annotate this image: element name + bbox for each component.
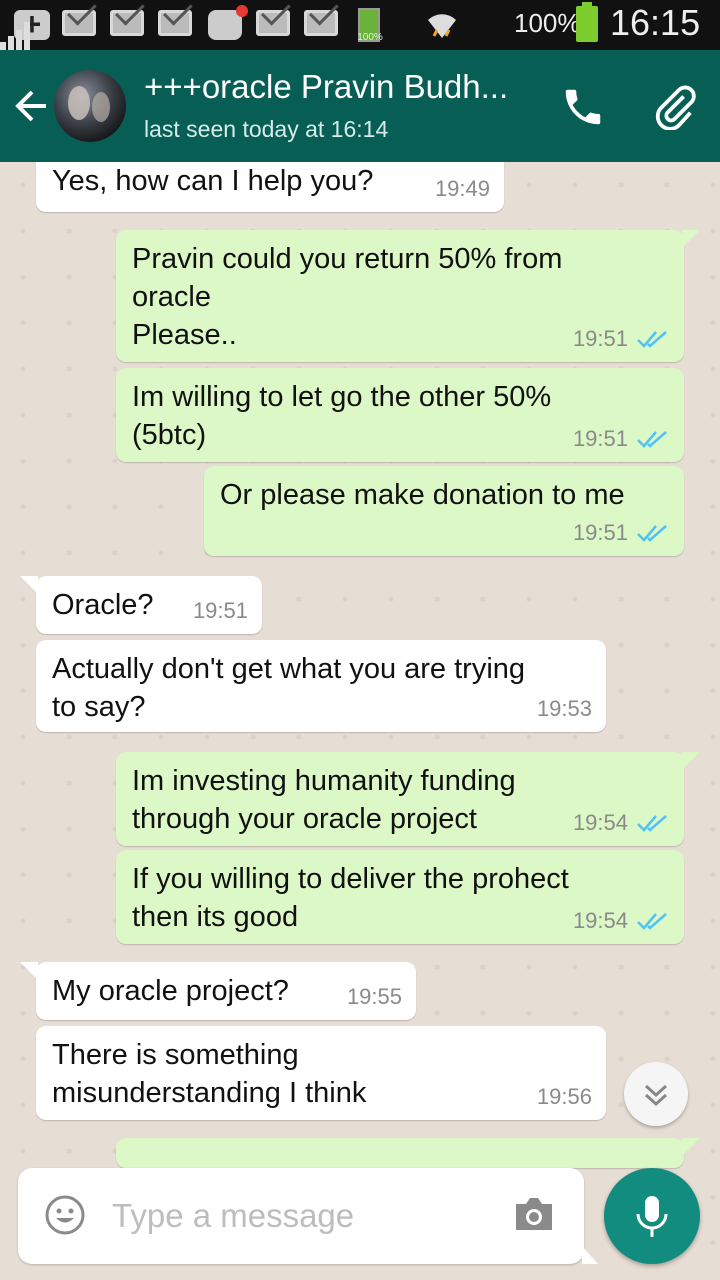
paperclip-icon[interactable]	[652, 84, 698, 131]
message-time: 19:51	[572, 520, 628, 545]
outgoing-message[interactable]: If you willing to deliver the prohect th…	[116, 850, 684, 944]
message-text: Or please make donation to me	[220, 479, 625, 511]
outgoing-message[interactable]: Im investing humanity funding through yo…	[116, 752, 700, 846]
mail-notification-icon	[110, 10, 144, 36]
message-time: 19:56	[536, 1084, 592, 1109]
clock: 16:15	[610, 2, 701, 43]
battery-level-label: 100%	[357, 32, 383, 43]
mail-notification-icon	[304, 10, 338, 36]
read-receipt-icon	[637, 525, 667, 542]
mail-notification-icon	[158, 10, 192, 36]
message-time: 19:49	[434, 176, 490, 201]
emoji-icon[interactable]	[44, 1194, 86, 1236]
microphone-icon	[636, 1196, 668, 1237]
double-chevron-down-icon	[644, 1084, 668, 1107]
incoming-message[interactable]: Oracle? 19:51	[20, 576, 262, 634]
message-input[interactable]	[112, 1190, 492, 1242]
battery-percent: 100%	[514, 8, 581, 38]
message-time: 19:55	[346, 984, 402, 1009]
compose-bar	[18, 1168, 598, 1264]
message-time: 19:53	[536, 696, 592, 721]
message-text: Yes, how can I help you?	[52, 165, 374, 197]
battery-icon	[576, 2, 598, 42]
outgoing-message-partial[interactable]	[116, 1138, 700, 1168]
camera-icon[interactable]	[512, 1194, 556, 1234]
incoming-message[interactable]: There is something misunderstanding I th…	[36, 1026, 606, 1120]
scroll-to-bottom-button[interactable]	[624, 1062, 688, 1126]
read-receipt-icon	[637, 815, 667, 832]
outgoing-message[interactable]: Im willing to let go the other 50% (5btc…	[116, 368, 684, 462]
phone-icon[interactable]	[560, 84, 606, 130]
read-receipt-icon	[637, 331, 667, 348]
mail-notification-icon	[256, 10, 290, 36]
incoming-message[interactable]: Yes, how can I help you? 19:49	[36, 162, 504, 212]
message-time: 19:51	[572, 326, 628, 351]
microphone-button[interactable]	[604, 1168, 700, 1264]
outgoing-message[interactable]: Or please make donation to me 19:51	[204, 466, 684, 556]
message-text: Actually don't get what you are trying t…	[52, 653, 526, 723]
read-receipt-icon	[637, 913, 667, 930]
last-seen-status: last seen today at 16:14	[144, 116, 389, 142]
avatar[interactable]	[54, 70, 126, 142]
message-text: There is something misunderstanding I th…	[52, 1039, 367, 1109]
outgoing-message[interactable]: Pravin could you return 50% from oracle …	[116, 230, 700, 362]
back-arrow-icon[interactable]	[12, 86, 52, 126]
incoming-message[interactable]: Actually don't get what you are trying t…	[36, 640, 606, 732]
message-list[interactable]: Yes, how can I help you? 19:49 Pravin co…	[0, 162, 720, 1280]
status-bar: + 100% 100% 16:15	[0, 0, 720, 50]
message-time: 19:54	[572, 810, 628, 835]
incoming-message[interactable]: My oracle project? 19:55	[20, 962, 416, 1020]
read-receipt-icon	[637, 431, 667, 448]
message-time: 19:51	[572, 426, 628, 451]
message-time: 19:54	[572, 908, 628, 933]
battery-level-icon: 100%	[357, 8, 383, 43]
contact-name[interactable]: +++oracle Pravin Budh...	[144, 68, 544, 106]
bbm-notification-icon	[208, 5, 248, 40]
wifi-icon	[424, 6, 460, 50]
chat-header: +++oracle Pravin Budh... last seen today…	[0, 50, 720, 162]
message-time: 19:51	[192, 598, 248, 623]
mail-notification-icon	[62, 10, 96, 36]
